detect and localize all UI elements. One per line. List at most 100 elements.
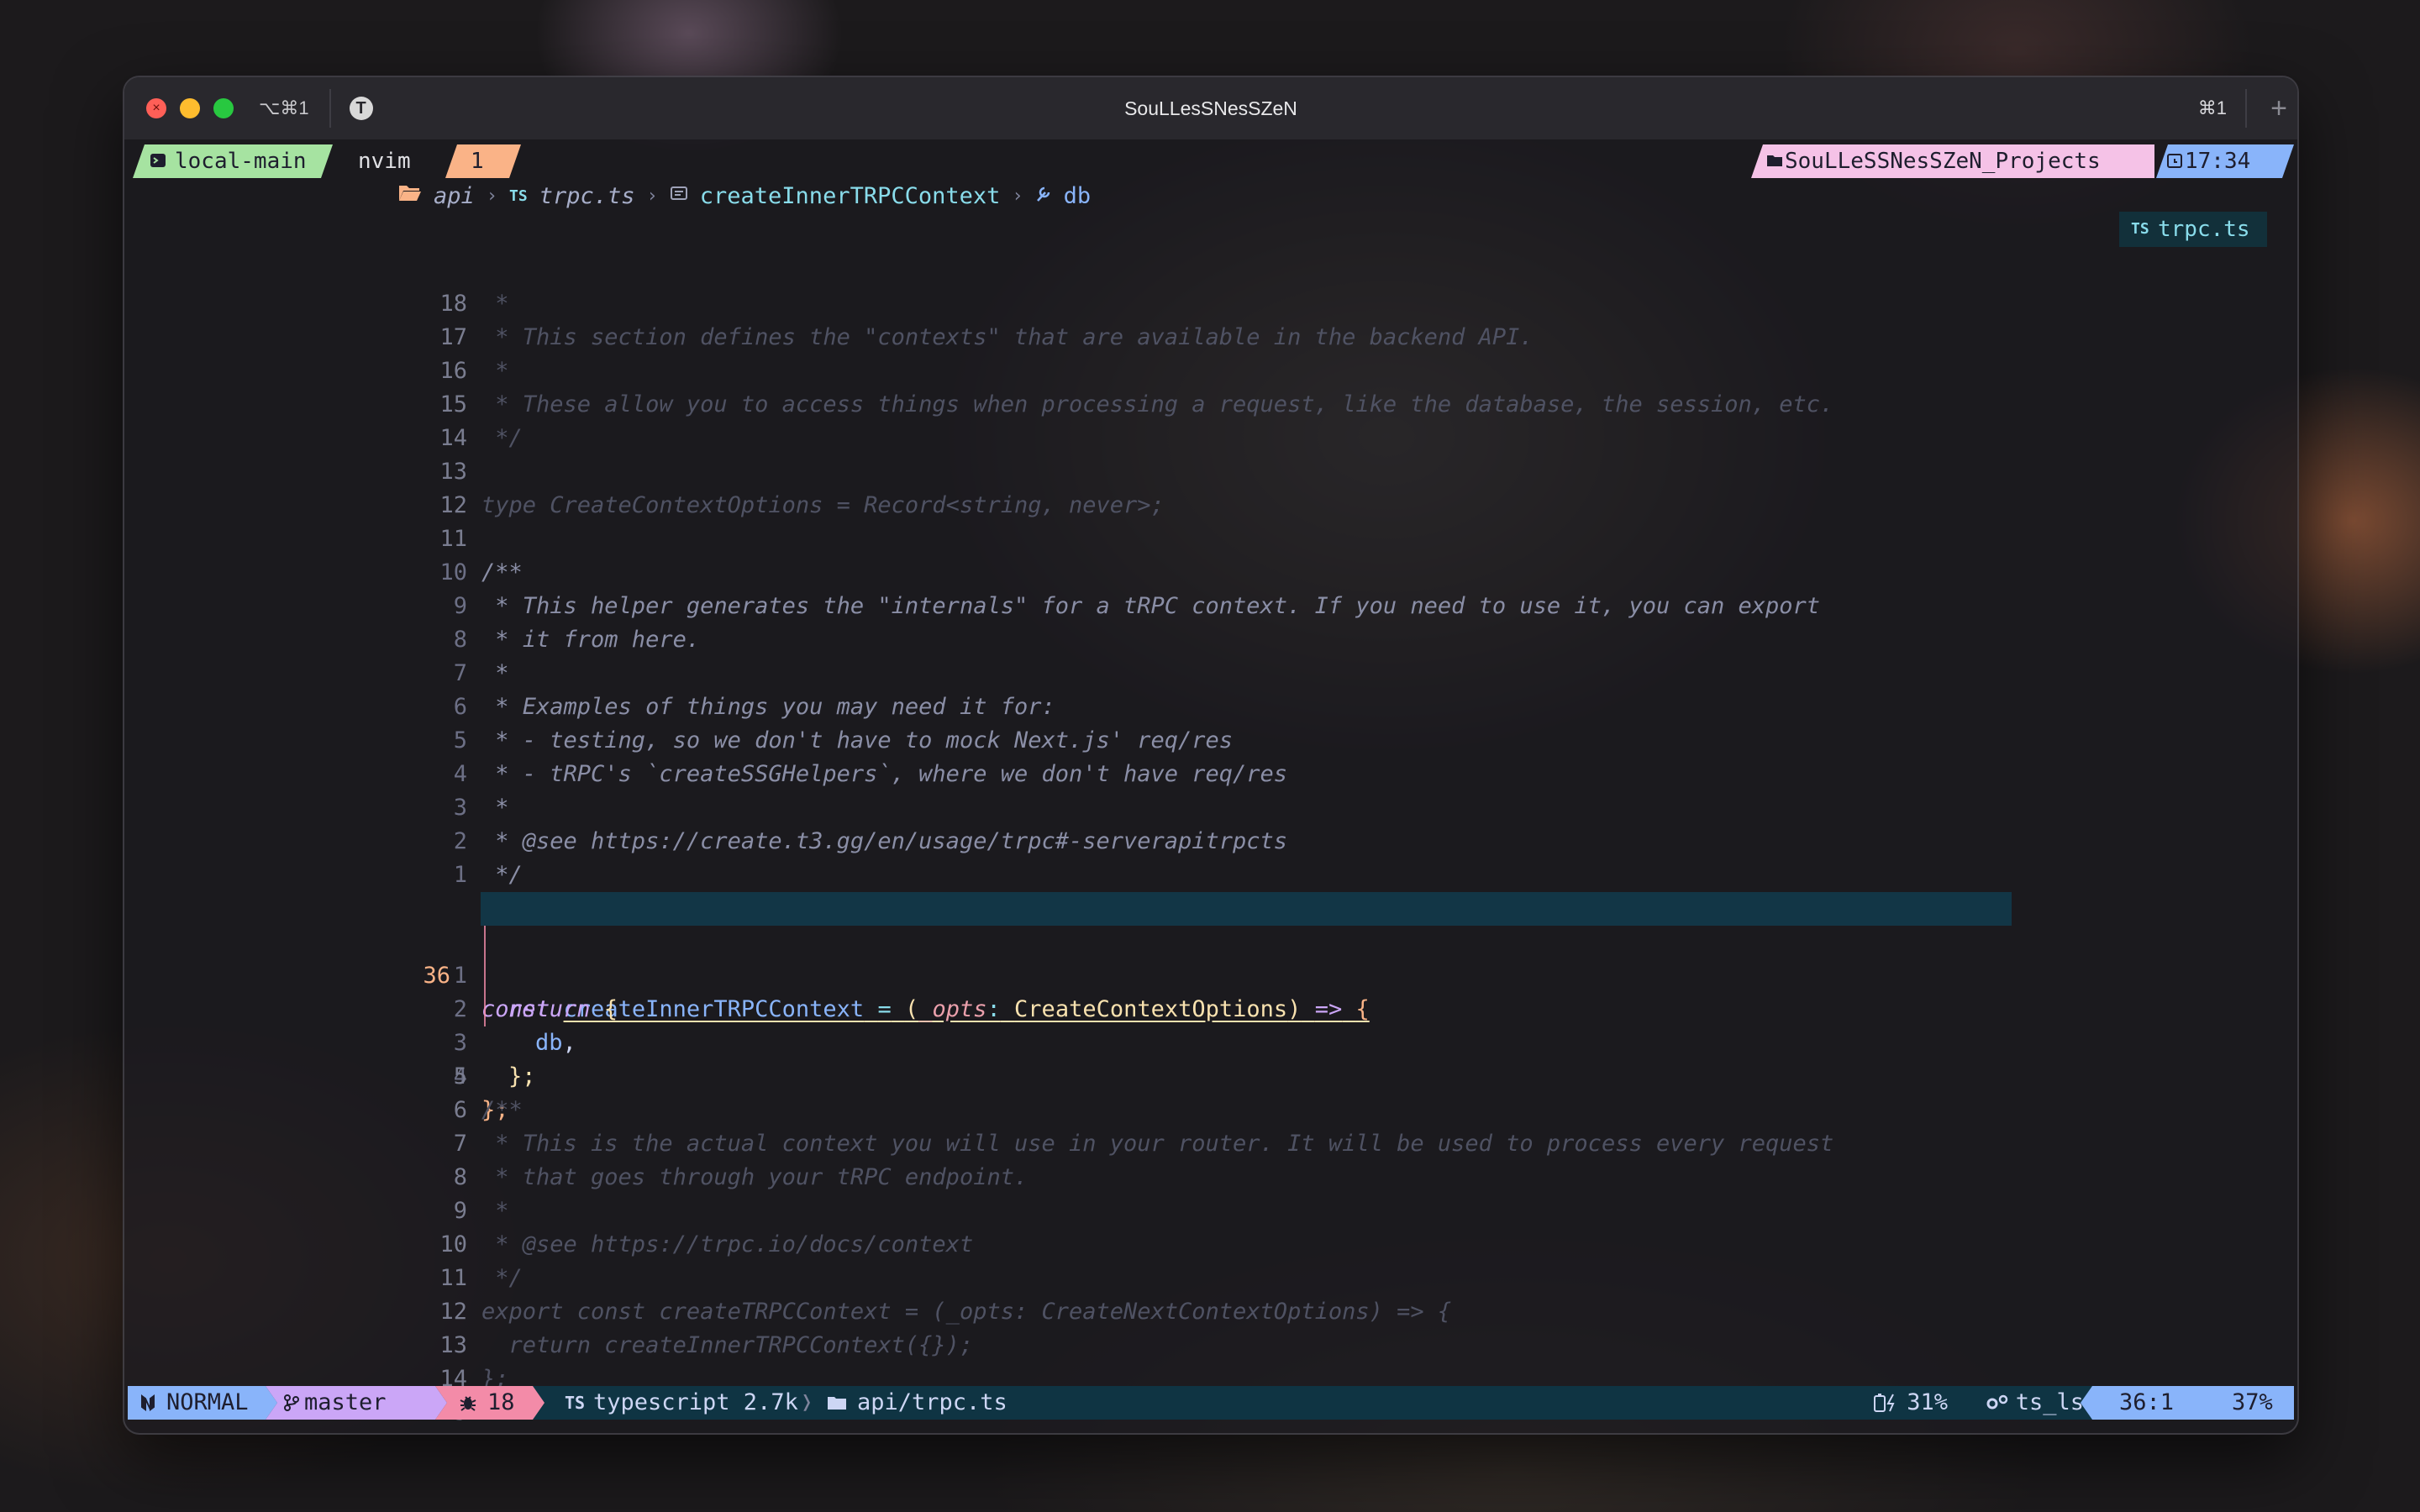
code-text: * that goes through your tRPC endpoint. <box>481 1164 1028 1190</box>
terminal-icon <box>150 152 166 169</box>
minimize-button[interactable] <box>180 98 200 118</box>
typescript-icon: TS <box>509 187 528 205</box>
close-icon: × <box>152 101 160 115</box>
filetype-info: TS typescript 2.7k <box>556 1386 798 1420</box>
tmux-window-index[interactable]: 1 <box>445 144 521 178</box>
code-text: */ <box>481 425 523 451</box>
line-number: 11 <box>439 1265 467 1291</box>
chevron-right-icon: › <box>486 186 498 207</box>
window-shortcut: ⌘1 <box>2197 97 2227 118</box>
code-text: * These allow you to access things when … <box>481 391 1834 417</box>
close-button[interactable]: × <box>146 98 166 118</box>
neovim-icon <box>139 1394 156 1411</box>
typescript-icon: TS <box>565 1393 586 1413</box>
chevron-right-icon: › <box>646 186 658 207</box>
line-number: 16 <box>124 1430 467 1433</box>
keyword-return: return <box>508 996 591 1022</box>
line-number: 9 <box>453 593 467 619</box>
indent-guide <box>484 926 486 1026</box>
param-type: CreateContextOptions <box>1014 996 1288 1022</box>
code-text: */ <box>481 862 523 888</box>
code-text: * This is the actual context you will us… <box>481 1131 1834 1157</box>
buffer-tab-label: trpc.ts <box>2158 217 2250 242</box>
code-punct: }; <box>508 1063 536 1089</box>
bug-icon <box>459 1394 477 1412</box>
code-text: /** <box>481 1097 523 1123</box>
code-line[interactable]: 1 return { <box>124 926 618 1022</box>
code-line[interactable]: 2 db, <box>124 959 576 1056</box>
code-punct: { <box>590 996 618 1022</box>
mode-label: NORMAL <box>166 1389 249 1415</box>
tmux-clock: 17:34 <box>2156 144 2294 178</box>
file-path-label: api/trpc.ts <box>857 1389 1007 1415</box>
type-colon: : <box>986 996 1001 1022</box>
line-number: 7 <box>453 660 467 686</box>
line-number: 13 <box>439 459 467 485</box>
git-branch[interactable]: master <box>266 1386 447 1420</box>
line-number: 10 <box>439 559 467 585</box>
line-number: 9 <box>453 1198 467 1224</box>
code-text: /** <box>481 1430 523 1433</box>
tmux-window-name[interactable]: nvim <box>358 144 411 178</box>
tmux-directory-name: SouLLeSSNesSZeN_Projects <box>1785 149 2101 174</box>
code-text: * <box>481 1198 509 1224</box>
line-number: 10 <box>439 1231 467 1257</box>
cursorline-highlight <box>481 892 2012 926</box>
lsp-name: ts_ls <box>2015 1389 2084 1415</box>
separator-icon: ❭ <box>800 1389 814 1415</box>
line-number: 6 <box>453 1097 467 1123</box>
line-number: 5 <box>453 1063 467 1089</box>
line-number: 13 <box>439 1332 467 1358</box>
open-brace: { <box>1355 996 1370 1022</box>
cursor-position: 36:1 <box>2081 1386 2207 1420</box>
code-text: * it from here. <box>481 627 701 653</box>
code-text: * <box>481 795 509 821</box>
line-number: 12 <box>439 492 467 518</box>
tmux-status-bar: local-main nvim 1 SouLLeSSNesSZeN_Projec… <box>124 144 2297 178</box>
git-branch-name: master <box>304 1389 387 1415</box>
line-number: 4 <box>453 761 467 787</box>
line-number: 2 <box>453 828 467 854</box>
close-paren: ) <box>1287 996 1302 1022</box>
code-line-current[interactable]: 36 const createInnerTRPCContext = (_opts… <box>124 892 2012 1022</box>
code-text: * This helper generates the "internals" … <box>481 593 1821 619</box>
code-line[interactable]: 4 }; <box>124 1026 509 1123</box>
tmux-directory: SouLLeSSNesSZeN_Projects <box>1751 144 2154 178</box>
line-number: 12 <box>439 1299 467 1325</box>
code-punct: , <box>562 1030 576 1056</box>
line-number: 18 <box>439 291 467 317</box>
line-number: 15 <box>439 391 467 417</box>
breadcrumb-file[interactable]: trpc.ts <box>539 180 635 213</box>
error-count: 18 <box>487 1389 515 1415</box>
battery-status: 31% <box>1873 1386 1948 1420</box>
assign-operator: = <box>877 996 892 1022</box>
line-number: 17 <box>439 324 467 350</box>
tmux-session[interactable]: local-main <box>133 144 333 178</box>
wrench-icon <box>1035 180 1052 213</box>
titlebar-divider <box>329 89 331 128</box>
code-line[interactable]: 3 }; <box>124 993 536 1089</box>
breadcrumb: api › TS trpc.ts › createInnerTRPCContex… <box>398 180 1091 213</box>
code-text: * <box>481 358 509 384</box>
gears-icon <box>1986 1394 2007 1410</box>
line-number: 8 <box>453 1164 467 1190</box>
battery-charging-icon <box>1874 1394 1895 1412</box>
line-number: 3 <box>453 795 467 821</box>
diagnostics-errors[interactable]: 18 <box>435 1386 544 1420</box>
line-number: 16 <box>439 358 467 384</box>
typescript-icon: TS <box>2131 220 2149 238</box>
zoom-button[interactable] <box>213 98 234 118</box>
code-text: */ <box>481 1265 523 1291</box>
function-icon <box>670 180 688 213</box>
new-tab-button[interactable]: + <box>2270 77 2287 139</box>
code-text: * <box>481 291 509 317</box>
title-bar: × ⌥⌘1 T SouLLesSNesSZeN ⌘1 + <box>124 77 2297 139</box>
file-path: api/trpc.ts <box>823 1386 1007 1420</box>
breadcrumb-function[interactable]: createInnerTRPCContext <box>700 180 1001 213</box>
breadcrumb-folder[interactable]: api <box>434 180 475 213</box>
code-text: * - testing, so we don't have to mock Ne… <box>481 727 1234 753</box>
buffer-tab[interactable]: TS trpc.ts <box>2119 212 2267 247</box>
code-text: * @see https://trpc.io/docs/context <box>481 1231 974 1257</box>
breadcrumb-symbol[interactable]: db <box>1064 180 1092 213</box>
lsp-status[interactable]: ts_ls <box>1979 1386 2084 1420</box>
